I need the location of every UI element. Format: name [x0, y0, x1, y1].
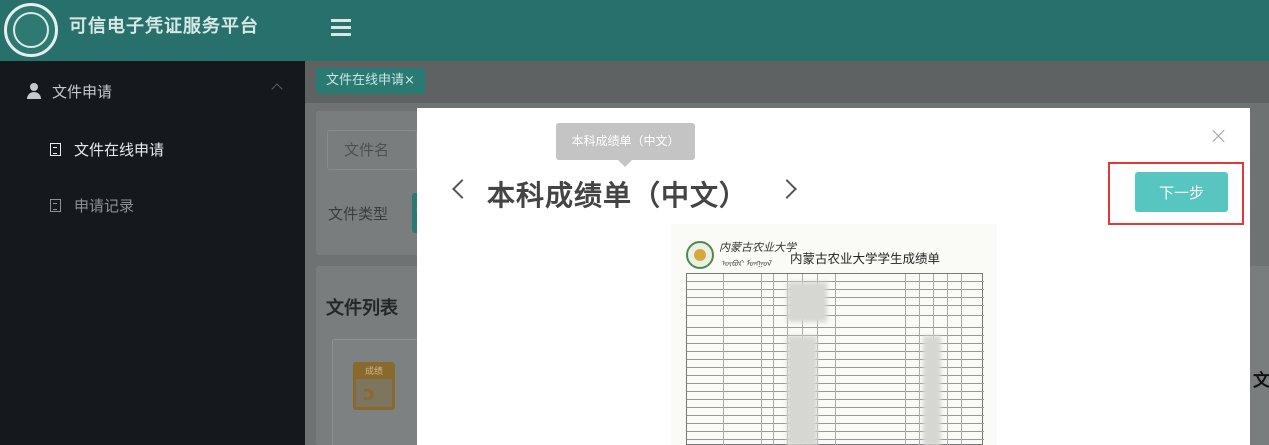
sidebar-item-online-apply[interactable]: 文件在线申请 [0, 121, 305, 177]
hamburger-menu-icon[interactable] [331, 19, 351, 37]
transcript-icon: 成绩 ↄ [353, 362, 395, 410]
close-icon[interactable] [1212, 129, 1226, 143]
document-heading: 本科成绩单（中文） [487, 179, 749, 212]
file-tile-transcript[interactable]: 成绩 ↄ [332, 339, 426, 445]
tab-online-apply[interactable]: 文件在线申请× [316, 68, 425, 94]
user-icon [26, 83, 42, 99]
sidebar: 文件申请 文件在线申请 申请记录 [0, 61, 305, 445]
file-type-label: 文件类型 [328, 205, 389, 223]
chevron-up-icon [271, 83, 283, 95]
university-seal-icon [686, 241, 714, 269]
app-title: 可信电子凭证服务平台 [69, 16, 259, 37]
sidebar-item-label: 文件在线申请 [74, 140, 165, 159]
chevron-left-icon[interactable] [452, 179, 472, 199]
transcript-preview-image: 内蒙古农业大学 ᠥᠪᠥᠷ ᠮᠣᠩᠭᠣᠯ 内蒙古农业大学学生成绩单 [671, 224, 997, 445]
file-tile-partial[interactable]: 文 [1250, 266, 1269, 445]
next-step-button[interactable]: 下一步 [1135, 172, 1228, 212]
sidebar-group-file-apply[interactable]: 文件申请 [0, 61, 305, 121]
document-icon [50, 198, 61, 212]
document-icon [50, 142, 61, 156]
sidebar-group-label: 文件申请 [52, 82, 113, 101]
tab-bar: 文件在线申请× [305, 61, 1269, 103]
mongolian-script-text: ᠥᠪᠥᠷ ᠮᠣᠩᠭᠣᠯ [721, 259, 771, 268]
university-seal-icon [4, 3, 58, 57]
sidebar-item-label: 申请记录 [74, 196, 135, 215]
search-card: 文件名 文件类型 全 [316, 111, 428, 255]
file-list-title: 文件列表 [326, 298, 398, 319]
document-tooltip: 本科成绩单（中文） [556, 123, 695, 167]
university-script-title: 内蒙古农业大学 [719, 241, 796, 254]
file-name-search-input[interactable]: 文件名 [327, 130, 417, 170]
transcript-title: 内蒙古农业大学学生成绩单 [790, 251, 941, 266]
sidebar-item-apply-records[interactable]: 申请记录 [0, 177, 305, 233]
transcript-grid [686, 273, 984, 445]
file-list-card: 文件列表 成绩 ↄ [316, 266, 426, 445]
top-header: 可信电子凭证服务平台 [0, 0, 1269, 61]
chevron-right-icon[interactable] [777, 179, 797, 199]
